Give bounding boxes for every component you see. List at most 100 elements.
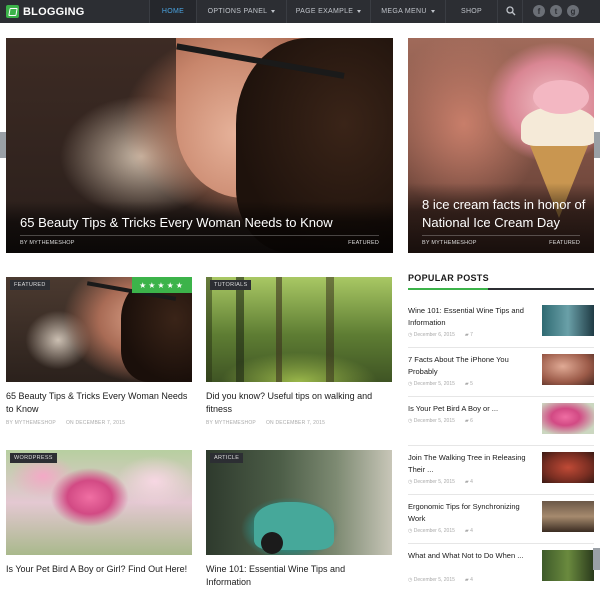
slider-next-arrow[interactable] xyxy=(594,132,600,158)
hero-author[interactable]: BY MYTHEMESHOP xyxy=(20,240,75,246)
post-thumbnail[interactable]: ARTICLE xyxy=(206,450,392,555)
clock-icon-date: ◷ December 5, 2015 xyxy=(408,479,455,485)
post-thumbnail[interactable]: FEATURED ★★★★★ xyxy=(6,277,192,382)
popular-post-meta: ◷ December 5, 2015 ▰ 4 xyxy=(408,479,473,485)
hero-side-post[interactable]: 8 ice cream facts in honor of National I… xyxy=(408,38,594,253)
popular-post-title[interactable]: 7 Facts About The iPhone You Probably xyxy=(408,354,526,377)
hero-title[interactable]: 8 ice cream facts in honor of National I… xyxy=(422,196,592,232)
chevron-down-icon xyxy=(430,10,435,13)
post-title[interactable]: Is Your Pet Bird A Boy or Girl? Find Out… xyxy=(6,563,192,576)
widget-title-underline xyxy=(408,288,594,290)
divider xyxy=(408,543,594,544)
popular-post-meta: ◷ December 5, 2015 ▰ 4 xyxy=(408,577,473,583)
post-title[interactable]: Did you know? Useful tips on walking and… xyxy=(206,390,392,415)
facebook-icon[interactable]: f xyxy=(533,5,545,17)
post-meta: BY MYTHEMESHOP ON DECEMBER 7, 2015 xyxy=(6,420,192,426)
popular-post-title[interactable]: What and What Not to Do When ... xyxy=(408,550,526,562)
chevron-down-icon xyxy=(357,10,362,13)
comment-icon-count: ▰ 4 xyxy=(464,528,473,534)
post-meta: BY MYTHEMESHOP ON DECEMBER 7, 2015 xyxy=(206,420,392,426)
category-badge[interactable]: ARTICLE xyxy=(210,453,244,463)
hero-image-detail xyxy=(533,80,589,114)
popular-post-thumbnail[interactable] xyxy=(542,403,594,434)
post-date: ON DECEMBER 7, 2015 xyxy=(65,420,126,426)
popular-post-title[interactable]: Wine 101: Essential Wine Tips and Inform… xyxy=(408,305,526,328)
popular-post-item[interactable]: Wine 101: Essential Wine Tips and Inform… xyxy=(408,305,594,347)
comment-icon-count: ▰ 6 xyxy=(464,418,473,424)
popular-post-title[interactable]: Join The Walking Tree in Releasing Their… xyxy=(408,452,526,475)
scroll-to-top-tab[interactable] xyxy=(593,548,600,570)
logo-icon xyxy=(6,5,19,18)
top-navbar: BLOGGING HOME OPTIONS PANEL PAGE EXAMPLE… xyxy=(0,0,600,23)
comment-icon-count: ▰ 7 xyxy=(464,332,473,338)
comment-icon-count: ▰ 4 xyxy=(464,577,473,583)
twitter-icon[interactable]: t xyxy=(550,5,562,17)
google-plus-icon[interactable]: g xyxy=(567,5,579,17)
main-menu: HOME OPTIONS PANEL PAGE EXAMPLE MEGA MEN… xyxy=(149,0,497,23)
comment-icon-count: ▰ 4 xyxy=(464,479,473,485)
star-rating: ★★★★★ xyxy=(132,277,192,293)
post-card: TUTORIALS Did you know? Useful tips on w… xyxy=(206,277,392,426)
menu-item-shop[interactable]: SHOP xyxy=(445,0,497,23)
post-thumbnail[interactable]: TUTORIALS xyxy=(206,277,392,382)
divider xyxy=(408,347,594,348)
search-button[interactable] xyxy=(497,0,523,23)
post-thumbnail[interactable]: WORDPRESS xyxy=(6,450,192,555)
category-badge[interactable]: TUTORIALS xyxy=(210,280,252,290)
thumb-detail xyxy=(261,532,283,554)
divider xyxy=(20,235,379,236)
hero-category[interactable]: FEATURED xyxy=(549,240,580,246)
popular-post-item[interactable]: Ergonomic Tips for Synchronizing Work ◷ … xyxy=(408,501,594,543)
popular-post-item[interactable]: What and What Not to Do When ... ◷ Decem… xyxy=(408,550,594,592)
popular-post-title[interactable]: Is Your Pet Bird A Boy or ... xyxy=(408,403,526,415)
menu-item-options-panel[interactable]: OPTIONS PANEL xyxy=(196,0,286,23)
comment-icon-count: ▰ 5 xyxy=(464,381,473,387)
post-author[interactable]: BY MYTHEMESHOP xyxy=(6,420,56,426)
popular-post-meta: ◷ December 5, 2015 ▰ 5 xyxy=(408,381,473,387)
post-card: WORDPRESS Is Your Pet Bird A Boy or Girl… xyxy=(6,450,192,576)
popular-post-thumbnail[interactable] xyxy=(542,305,594,336)
menu-item-home[interactable]: HOME xyxy=(149,0,196,23)
popular-post-item[interactable]: Join The Walking Tree in Releasing Their… xyxy=(408,452,594,494)
popular-post-thumbnail[interactable] xyxy=(542,550,594,581)
post-author[interactable]: BY MYTHEMESHOP xyxy=(206,420,256,426)
popular-post-meta: ◷ December 6, 2015 ▰ 7 xyxy=(408,332,473,338)
search-icon xyxy=(506,6,516,16)
menu-item-mega-menu[interactable]: MEGA MENU xyxy=(370,0,445,23)
clock-icon-date: ◷ December 5, 2015 xyxy=(408,381,455,387)
popular-post-meta: ◷ December 6, 2015 ▰ 4 xyxy=(408,528,473,534)
post-date: ON DECEMBER 7, 2015 xyxy=(265,420,326,426)
popular-post-thumbnail[interactable] xyxy=(542,452,594,483)
divider xyxy=(422,235,580,236)
clock-icon-date: ◷ December 6, 2015 xyxy=(408,528,455,534)
clock-icon-date: ◷ December 6, 2015 xyxy=(408,332,455,338)
popular-post-item[interactable]: Is Your Pet Bird A Boy or ... ◷ December… xyxy=(408,403,594,445)
menu-item-page-example[interactable]: PAGE EXAMPLE xyxy=(286,0,370,23)
clock-icon-date: ◷ December 5, 2015 xyxy=(408,577,455,583)
divider xyxy=(408,494,594,495)
chevron-down-icon xyxy=(271,10,276,13)
popular-post-item[interactable]: 7 Facts About The iPhone You Probably ◷ … xyxy=(408,354,594,396)
post-card: FEATURED ★★★★★ 65 Beauty Tips & Tricks E… xyxy=(6,277,192,426)
popular-post-thumbnail[interactable] xyxy=(542,501,594,532)
social-links: f t g xyxy=(533,5,579,17)
category-badge[interactable]: FEATURED xyxy=(10,280,50,290)
logo-text: BLOGGING xyxy=(23,5,85,18)
hero-category[interactable]: FEATURED xyxy=(348,240,379,246)
widget-title: POPULAR POSTS xyxy=(408,273,489,283)
hero-author[interactable]: BY MYTHEMESHOP xyxy=(422,240,477,246)
post-title[interactable]: 65 Beauty Tips & Tricks Every Woman Need… xyxy=(6,390,192,415)
divider xyxy=(408,445,594,446)
popular-post-meta: ◷ December 5, 2015 ▰ 6 xyxy=(408,418,473,424)
site-logo[interactable]: BLOGGING xyxy=(6,4,85,19)
divider xyxy=(408,396,594,397)
clock-icon-date: ◷ December 5, 2015 xyxy=(408,418,455,424)
post-card: ARTICLE Wine 101: Essential Wine Tips an… xyxy=(206,450,392,588)
popular-posts-widget: POPULAR POSTS Wine 101: Essential Wine T… xyxy=(408,273,594,583)
category-badge[interactable]: WORDPRESS xyxy=(10,453,57,463)
popular-post-thumbnail[interactable] xyxy=(542,354,594,385)
hero-featured-post[interactable]: 65 Beauty Tips & Tricks Every Woman Need… xyxy=(6,38,393,253)
popular-post-title[interactable]: Ergonomic Tips for Synchronizing Work xyxy=(408,501,526,524)
hero-title[interactable]: 65 Beauty Tips & Tricks Every Woman Need… xyxy=(20,214,380,232)
post-title[interactable]: Wine 101: Essential Wine Tips and Inform… xyxy=(206,563,392,588)
